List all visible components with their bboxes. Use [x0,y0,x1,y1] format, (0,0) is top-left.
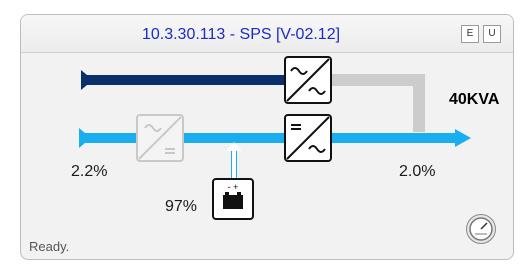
input-percent: 2.2% [71,163,108,180]
status-text: Ready. [29,239,70,254]
bypass-line-arrow-tail [81,70,93,90]
inverter-icon [284,114,332,162]
ups-panel: 10.3.30.113 - SPS [V-02.12] E U - + 40KV… [20,14,514,260]
battery-feed-arrow-shaft [232,149,236,179]
bypass-converter-icon [284,56,332,104]
power-flow-diagram: - + [79,56,471,220]
main-line-arrow-tail [79,128,91,148]
battery-percent: 97% [165,198,198,215]
gauge-icon[interactable] [465,213,497,245]
rating-label: 40KVA [449,91,500,108]
main-line-arrow-head [455,129,471,147]
battery-terminals-label: - + [228,182,239,192]
output-percent: 2.0% [399,163,436,180]
battery-icon: - + [212,178,254,220]
bypass-line [87,75,287,85]
rectifier-icon [136,114,184,162]
